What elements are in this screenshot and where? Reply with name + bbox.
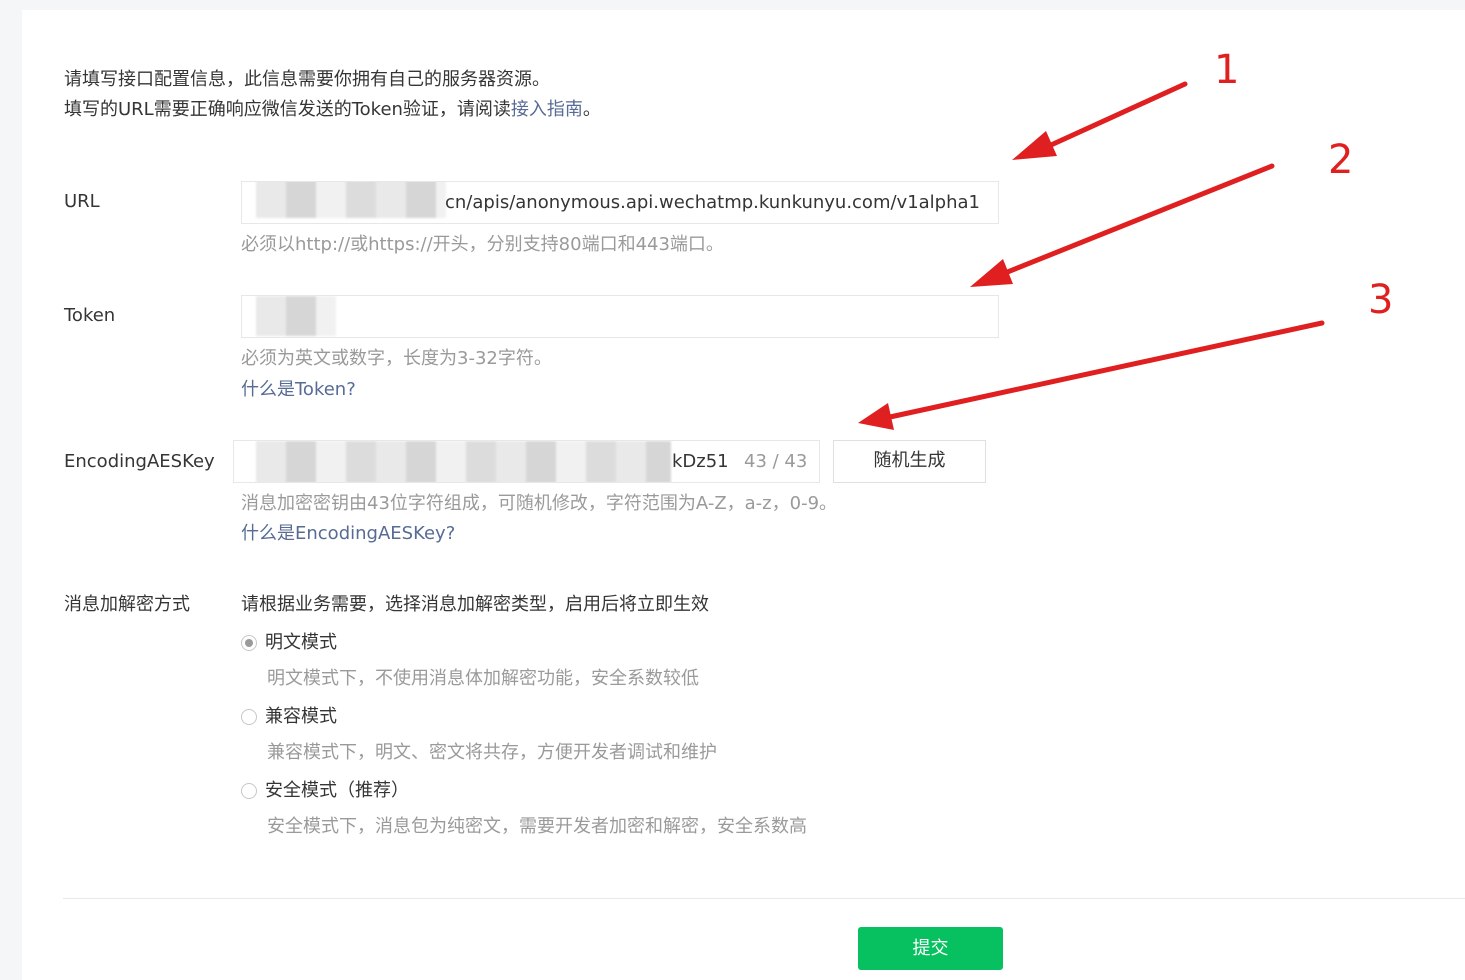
annotation-label-1: 1 xyxy=(1214,47,1240,93)
annotation-label-2: 2 xyxy=(1328,137,1354,183)
annotation-arrow-2 xyxy=(970,163,1275,287)
annotation-arrow-3 xyxy=(858,320,1325,430)
annotation-label-3: 3 xyxy=(1368,277,1394,323)
annotation-arrow-1 xyxy=(1012,81,1188,160)
annotation-arrows xyxy=(858,81,1325,430)
